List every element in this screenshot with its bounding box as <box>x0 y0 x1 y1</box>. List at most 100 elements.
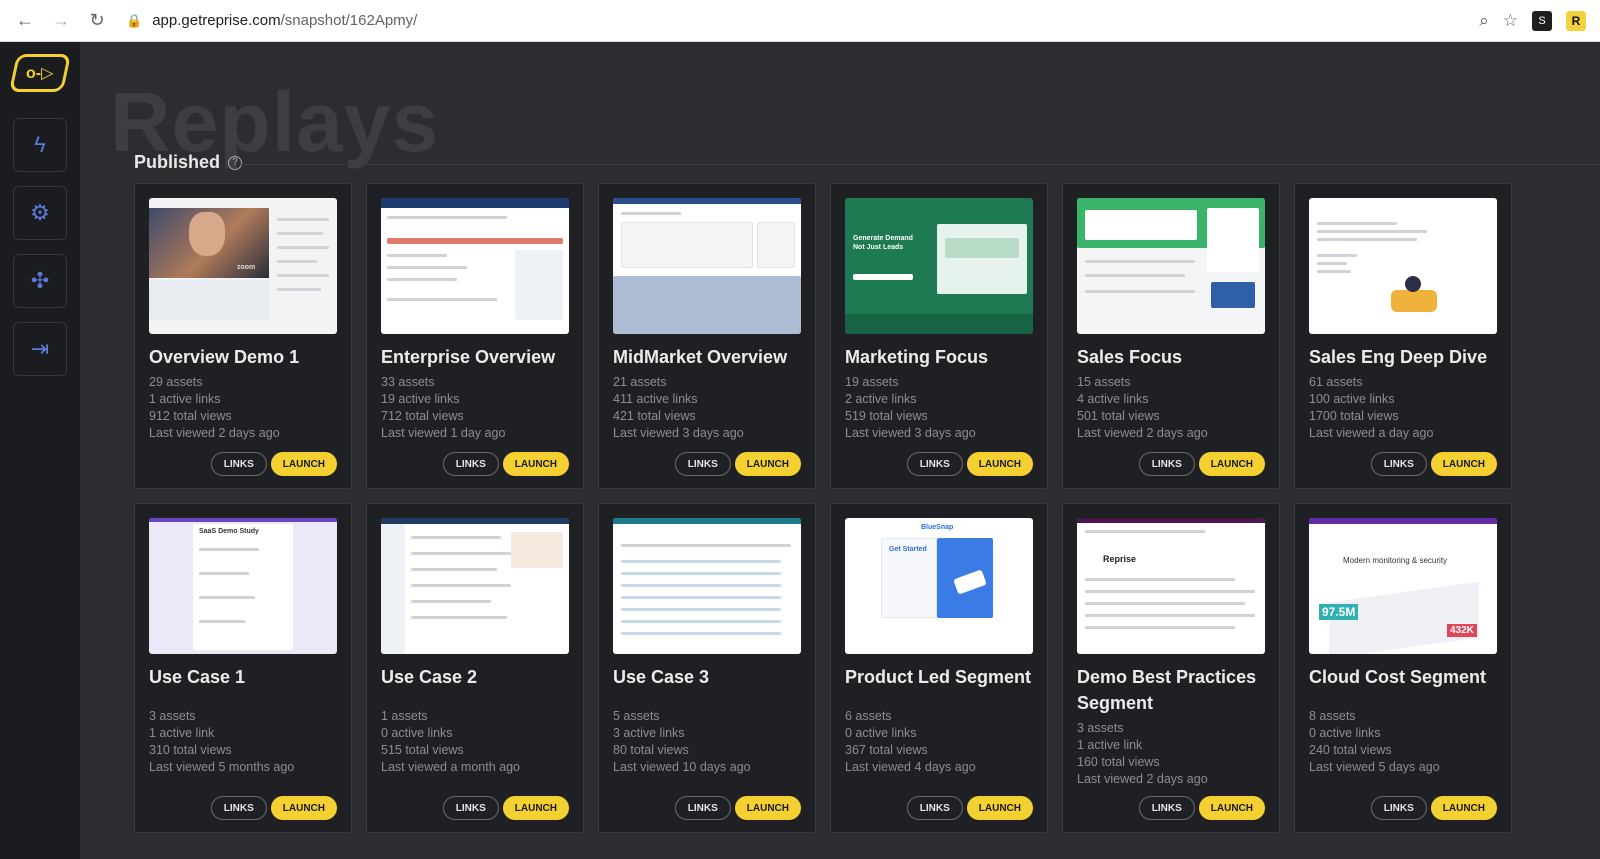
replay-thumbnail[interactable]: zoom <box>149 198 337 334</box>
puzzle-icon[interactable]: ✣ <box>13 254 67 308</box>
launch-button[interactable]: LAUNCH <box>502 796 569 820</box>
card-meta: 6 assets 0 active links 367 total views … <box>845 708 1033 776</box>
launch-button[interactable]: LAUNCH <box>734 796 801 820</box>
card-title: Enterprise Overview <box>381 347 556 367</box>
card-last-viewed: Last viewed 1 day ago <box>381 426 506 440</box>
card-assets: 6 assets <box>845 709 892 723</box>
card-views: 515 total views <box>381 743 464 757</box>
links-button[interactable]: LINKS <box>1370 796 1427 820</box>
section-divider <box>240 164 1600 165</box>
replay-card-use-case-2[interactable]: Use Case 2 1 assets 0 active links 515 t… <box>366 503 584 833</box>
launch-button[interactable]: LAUNCH <box>1430 796 1497 820</box>
replay-thumbnail[interactable] <box>381 518 569 654</box>
thumb-zoom-label: zoom <box>237 264 256 271</box>
replay-card-sales-focus[interactable]: Sales Focus 15 assets 4 active links 501… <box>1062 183 1280 489</box>
card-views: 501 total views <box>1077 409 1160 423</box>
gear-icon[interactable]: ⚙ <box>13 186 67 240</box>
browser-nav: ← → ↻ <box>0 10 108 31</box>
reprise-extension-icon[interactable]: R <box>1566 10 1586 31</box>
replay-card-demo-best-practices-segment[interactable]: Reprise Demo Best Practices Segment 3 as… <box>1062 503 1280 833</box>
replay-thumbnail[interactable]: Generate Demand Not Just Leads <box>845 198 1033 334</box>
replay-card-cloud-cost-segment[interactable]: Modern monitoring & security 97.5M 432K … <box>1294 503 1512 833</box>
url-host: app.getreprise.com <box>152 12 281 29</box>
card-views: 310 total views <box>149 743 232 757</box>
replay-thumbnail[interactable] <box>613 198 801 334</box>
replay-card-marketing-focus[interactable]: Generate Demand Not Just Leads Marketing… <box>830 183 1048 489</box>
logout-icon[interactable]: ⇥ <box>13 322 67 376</box>
extension-icon[interactable]: S <box>1532 10 1552 31</box>
card-links-count: 411 active links <box>613 392 698 406</box>
launch-button[interactable]: LAUNCH <box>270 452 337 476</box>
launch-button[interactable]: LAUNCH <box>966 796 1033 820</box>
card-actions: LINKS LAUNCH <box>674 452 801 476</box>
links-button[interactable]: LINKS <box>906 796 963 820</box>
links-button[interactable]: LINKS <box>674 452 731 476</box>
zoom-icon[interactable]: ⌕ <box>1479 11 1489 31</box>
links-button[interactable]: LINKS <box>442 796 499 820</box>
replay-card-use-case-3[interactable]: Use Case 3 5 assets 3 active links 80 to… <box>598 503 816 833</box>
thumb-brand: BlueSnap <box>921 524 954 531</box>
replay-grid: zoom Overview Demo 1 29 assets 1 active … <box>134 183 1512 489</box>
replay-card-enterprise-overview[interactable]: Enterprise Overview 33 assets 19 active … <box>366 183 584 489</box>
star-icon[interactable]: ☆ <box>1503 11 1518 31</box>
launch-button[interactable]: LAUNCH <box>270 796 337 820</box>
replay-card-sales-eng-deep-dive[interactable]: Sales Eng Deep Dive 61 assets 100 active… <box>1294 183 1512 489</box>
card-assets: 5 assets <box>613 709 660 723</box>
card-assets: 1 assets <box>381 709 428 723</box>
thumb-stat-1: 97.5M <box>1319 604 1359 620</box>
card-views: 80 total views <box>613 743 689 757</box>
thumb-stat-2: 432K <box>1447 624 1477 637</box>
card-links-count: 0 active links <box>381 726 453 740</box>
replay-card-overview-demo-1[interactable]: zoom Overview Demo 1 29 assets 1 active … <box>134 183 352 489</box>
browser-toolbar: ← → ↻ 🔒 app.getreprise.com/snapshot/162A… <box>0 0 1600 42</box>
replay-thumbnail[interactable]: SaaS Demo Study <box>149 518 337 654</box>
links-button[interactable]: LINKS <box>210 452 267 476</box>
replay-thumbnail[interactable] <box>381 198 569 334</box>
links-button[interactable]: LINKS <box>1370 452 1427 476</box>
replay-thumbnail[interactable]: BlueSnap Get Started <box>845 518 1033 654</box>
card-assets: 8 assets <box>1309 709 1356 723</box>
launch-button[interactable]: LAUNCH <box>1430 452 1497 476</box>
card-assets: 21 assets <box>613 375 667 389</box>
launch-button[interactable]: LAUNCH <box>966 452 1033 476</box>
card-actions: LINKS LAUNCH <box>1370 452 1497 476</box>
links-button[interactable]: LINKS <box>906 452 963 476</box>
replay-card-product-led-segment[interactable]: BlueSnap Get Started Product Led Segment… <box>830 503 1048 833</box>
card-meta: 61 assets 100 active links 1700 total vi… <box>1309 374 1497 442</box>
replay-card-use-case-1[interactable]: SaaS Demo Study Use Case 1 3 assets 1 ac… <box>134 503 352 833</box>
thumb-headline: Modern monitoring & security <box>1343 556 1448 565</box>
replay-thumbnail[interactable] <box>1077 198 1265 334</box>
replay-grid-row-2: SaaS Demo Study Use Case 1 3 assets 1 ac… <box>134 503 1512 833</box>
lock-icon: 🔒 <box>126 12 143 28</box>
back-icon[interactable]: ← <box>14 10 36 31</box>
replay-thumbnail[interactable]: Modern monitoring & security 97.5M 432K <box>1309 518 1497 654</box>
replay-thumbnail[interactable] <box>1309 198 1497 334</box>
forward-icon[interactable]: → <box>50 10 72 31</box>
replay-thumbnail[interactable] <box>613 518 801 654</box>
links-button[interactable]: LINKS <box>442 452 499 476</box>
card-title: Use Case 1 <box>149 667 246 687</box>
card-meta: 19 assets 2 active links 519 total views… <box>845 374 1033 442</box>
reload-icon[interactable]: ↻ <box>86 10 108 31</box>
links-button[interactable]: LINKS <box>674 796 731 820</box>
reprise-logo-icon[interactable]: o-▷ <box>8 54 72 92</box>
links-button[interactable]: LINKS <box>1138 452 1195 476</box>
replay-card-midmarket-overview[interactable]: MidMarket Overview 21 assets 411 active … <box>598 183 816 489</box>
lightning-icon[interactable]: ϟ <box>13 118 67 172</box>
launch-button[interactable]: LAUNCH <box>1198 796 1265 820</box>
links-button[interactable]: LINKS <box>210 796 267 820</box>
help-icon[interactable]: ? <box>228 155 243 170</box>
launch-button[interactable]: LAUNCH <box>734 452 801 476</box>
card-assets: 33 assets <box>381 375 435 389</box>
browser-tools: ⌕ ☆ S R <box>1479 10 1600 31</box>
replay-thumbnail[interactable]: Reprise <box>1077 518 1265 654</box>
card-title: Overview Demo 1 <box>149 347 300 367</box>
card-assets: 3 assets <box>149 709 196 723</box>
card-meta: 21 assets 411 active links 421 total vie… <box>613 374 801 442</box>
card-links-count: 19 active links <box>381 392 460 406</box>
launch-button[interactable]: LAUNCH <box>1198 452 1265 476</box>
address-bar[interactable]: 🔒 app.getreprise.com/snapshot/162Apmy/ <box>126 12 1456 29</box>
card-actions: LINKS LAUNCH <box>1370 796 1497 820</box>
links-button[interactable]: LINKS <box>1138 796 1195 820</box>
launch-button[interactable]: LAUNCH <box>502 452 569 476</box>
